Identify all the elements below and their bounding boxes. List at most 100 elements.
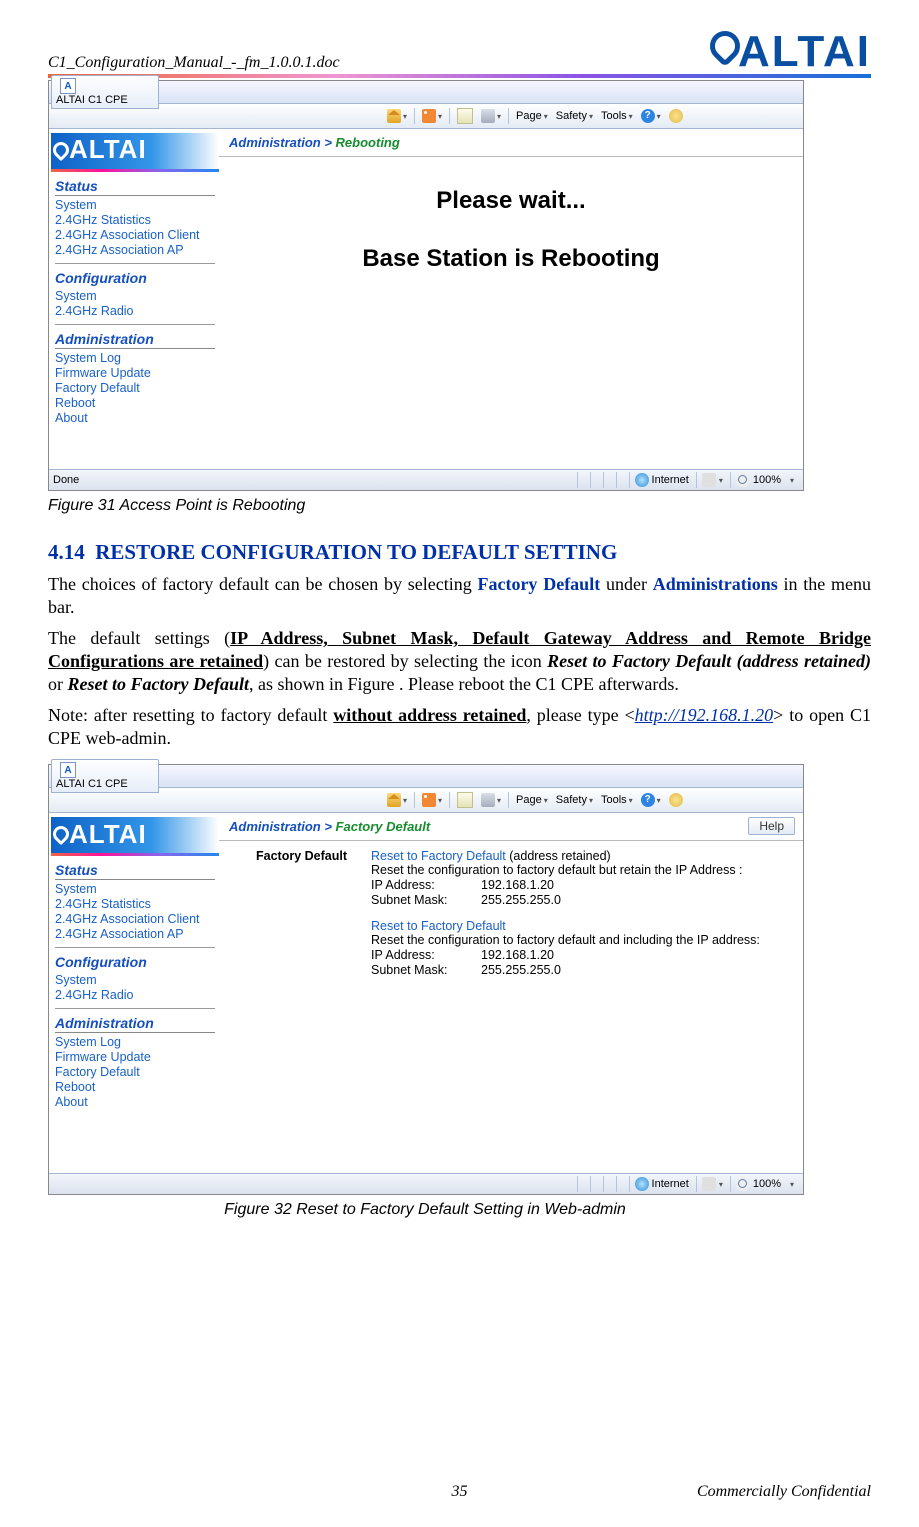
nav-firmware[interactable]: Firmware Update (55, 1050, 215, 1064)
mail-button[interactable] (454, 106, 476, 126)
paragraph-3: Note: after resetting to factory default… (48, 704, 871, 750)
admin-url-link[interactable]: http://192.168.1.20 (635, 705, 774, 725)
nav-24-ap[interactable]: 2.4GHz Association AP (55, 243, 215, 257)
status-zoom[interactable]: 100%▾ (730, 472, 799, 488)
nav-cfg-system[interactable]: System (55, 289, 215, 303)
browser-toolbar: ▾ ▾ ▾ Page▾ Safety▾ Tools▾ ?▾ (49, 788, 803, 813)
wait-message: Please wait... (219, 157, 803, 245)
print-icon (481, 109, 495, 123)
nav-24-client[interactable]: 2.4GHz Association Client (55, 912, 215, 926)
fd-block-retained: Reset to Factory Default (address retain… (371, 849, 785, 907)
safety-menu[interactable]: Safety▾ (553, 108, 596, 124)
page-header: C1_Configuration_Manual_-_fm_1.0.0.1.doc… (48, 30, 871, 78)
sidebar: ALTAI Status System 2.4GHz Statistics 2.… (49, 813, 219, 1173)
settings-button[interactable] (666, 791, 686, 809)
browser-tab[interactable]: AALTAI C1 CPE (51, 759, 159, 793)
home-icon (387, 109, 401, 123)
cat-config: Configuration (55, 954, 215, 971)
main-panel: Administration > Rebooting Please wait..… (219, 129, 803, 469)
tab-title: ALTAI C1 CPE (56, 778, 128, 790)
browser-tabbar: AALTAI C1 CPE (49, 81, 803, 104)
mail-icon (457, 792, 473, 808)
nav-system[interactable]: System (55, 882, 215, 896)
home-button[interactable]: ▾ (384, 791, 410, 809)
globe-icon (635, 1177, 649, 1191)
confidential-notice: Commercially Confidential (697, 1483, 871, 1501)
nav-24-client[interactable]: 2.4GHz Association Client (55, 228, 215, 242)
globe-icon (635, 473, 649, 487)
tab-title: ALTAI C1 CPE (56, 94, 128, 106)
status-security[interactable]: ▾ (696, 472, 728, 488)
nav-syslog[interactable]: System Log (55, 351, 215, 365)
rss-icon (422, 109, 436, 123)
sidebar-logo: ALTAI (51, 133, 219, 169)
cat-status: Status (55, 178, 215, 196)
tools-menu[interactable]: Tools▾ (598, 108, 636, 124)
cat-status: Status (55, 862, 215, 880)
breadcrumb: Administration > Factory Default (219, 813, 803, 841)
sidebar-logo: ALTAI (51, 817, 219, 853)
nav-reboot[interactable]: Reboot (55, 1080, 215, 1094)
browser-toolbar: ▾ ▾ ▾ Page▾ Safety▾ Tools▾ ?▾ (49, 104, 803, 129)
doc-filename: C1_Configuration_Manual_-_fm_1.0.0.1.doc (48, 54, 340, 74)
brand-logo: ALTAI (710, 30, 871, 74)
gear-icon (669, 109, 683, 123)
fd-block-full: Reset to Factory Default Reset the confi… (371, 919, 785, 977)
cat-admin: Administration (55, 1015, 215, 1033)
favicon-icon: A (60, 762, 76, 778)
settings-button[interactable] (666, 107, 686, 125)
help-button[interactable]: ?▾ (638, 107, 664, 125)
nav-factory[interactable]: Factory Default (55, 1065, 215, 1079)
nav-syslog[interactable]: System Log (55, 1035, 215, 1049)
nav-24-stats[interactable]: 2.4GHz Statistics (55, 897, 215, 911)
safety-menu[interactable]: Safety▾ (553, 792, 596, 808)
zoom-icon (736, 1177, 750, 1191)
reset-full-link[interactable]: Reset to Factory Default (371, 919, 506, 933)
reset-retained-link[interactable]: Reset to Factory Default (371, 849, 506, 863)
gear-icon (669, 793, 683, 807)
help-button[interactable]: ?▾ (638, 791, 664, 809)
paragraph-1: The choices of factory default can be ch… (48, 573, 871, 619)
mail-button[interactable] (454, 790, 476, 810)
rss-button[interactable]: ▾ (419, 107, 445, 125)
nav-cfg-system[interactable]: System (55, 973, 215, 987)
print-button[interactable]: ▾ (478, 791, 504, 809)
subnet-value: 255.255.255.0 (481, 893, 561, 907)
main-panel: Administration > Factory Default Help Fa… (219, 813, 803, 1173)
nav-cfg-radio[interactable]: 2.4GHz Radio (55, 304, 215, 318)
help-icon: ? (641, 793, 655, 807)
browser-tab[interactable]: AALTAI C1 CPE (51, 75, 159, 109)
nav-24-ap[interactable]: 2.4GHz Association AP (55, 927, 215, 941)
home-icon (387, 793, 401, 807)
lock-icon (702, 1177, 716, 1191)
nav-system[interactable]: System (55, 198, 215, 212)
nav-about[interactable]: About (55, 411, 215, 425)
nav-firmware[interactable]: Firmware Update (55, 366, 215, 380)
page-menu[interactable]: Page▾ (513, 108, 551, 124)
ip-value: 192.168.1.20 (481, 878, 554, 892)
section-heading: 4.14 RESTORE CONFIGURATION TO DEFAULT SE… (48, 540, 871, 565)
zoom-icon (736, 473, 750, 487)
screenshot-rebooting: AALTAI C1 CPE ▾ ▾ ▾ Page▾ Safety▾ Tools▾… (48, 80, 804, 491)
print-icon (481, 793, 495, 807)
status-internet: Internet (629, 472, 694, 488)
status-security[interactable]: ▾ (696, 1176, 728, 1192)
tools-menu[interactable]: Tools▾ (598, 792, 636, 808)
browser-tabbar: AALTAI C1 CPE (49, 765, 803, 788)
rss-icon (422, 793, 436, 807)
subnet-value: 255.255.255.0 (481, 963, 561, 977)
nav-reboot[interactable]: Reboot (55, 396, 215, 410)
rss-button[interactable]: ▾ (419, 791, 445, 809)
page-menu[interactable]: Page▾ (513, 792, 551, 808)
status-zoom[interactable]: 100%▾ (730, 1176, 799, 1192)
nav-about[interactable]: About (55, 1095, 215, 1109)
nav-factory[interactable]: Factory Default (55, 381, 215, 395)
nav-24-stats[interactable]: 2.4GHz Statistics (55, 213, 215, 227)
home-button[interactable]: ▾ (384, 107, 410, 125)
nav-cfg-radio[interactable]: 2.4GHz Radio (55, 988, 215, 1002)
help-icon: ? (641, 109, 655, 123)
mail-icon (457, 108, 473, 124)
help-link-button[interactable]: Help (748, 817, 795, 835)
print-button[interactable]: ▾ (478, 107, 504, 125)
ip-value: 192.168.1.20 (481, 948, 554, 962)
